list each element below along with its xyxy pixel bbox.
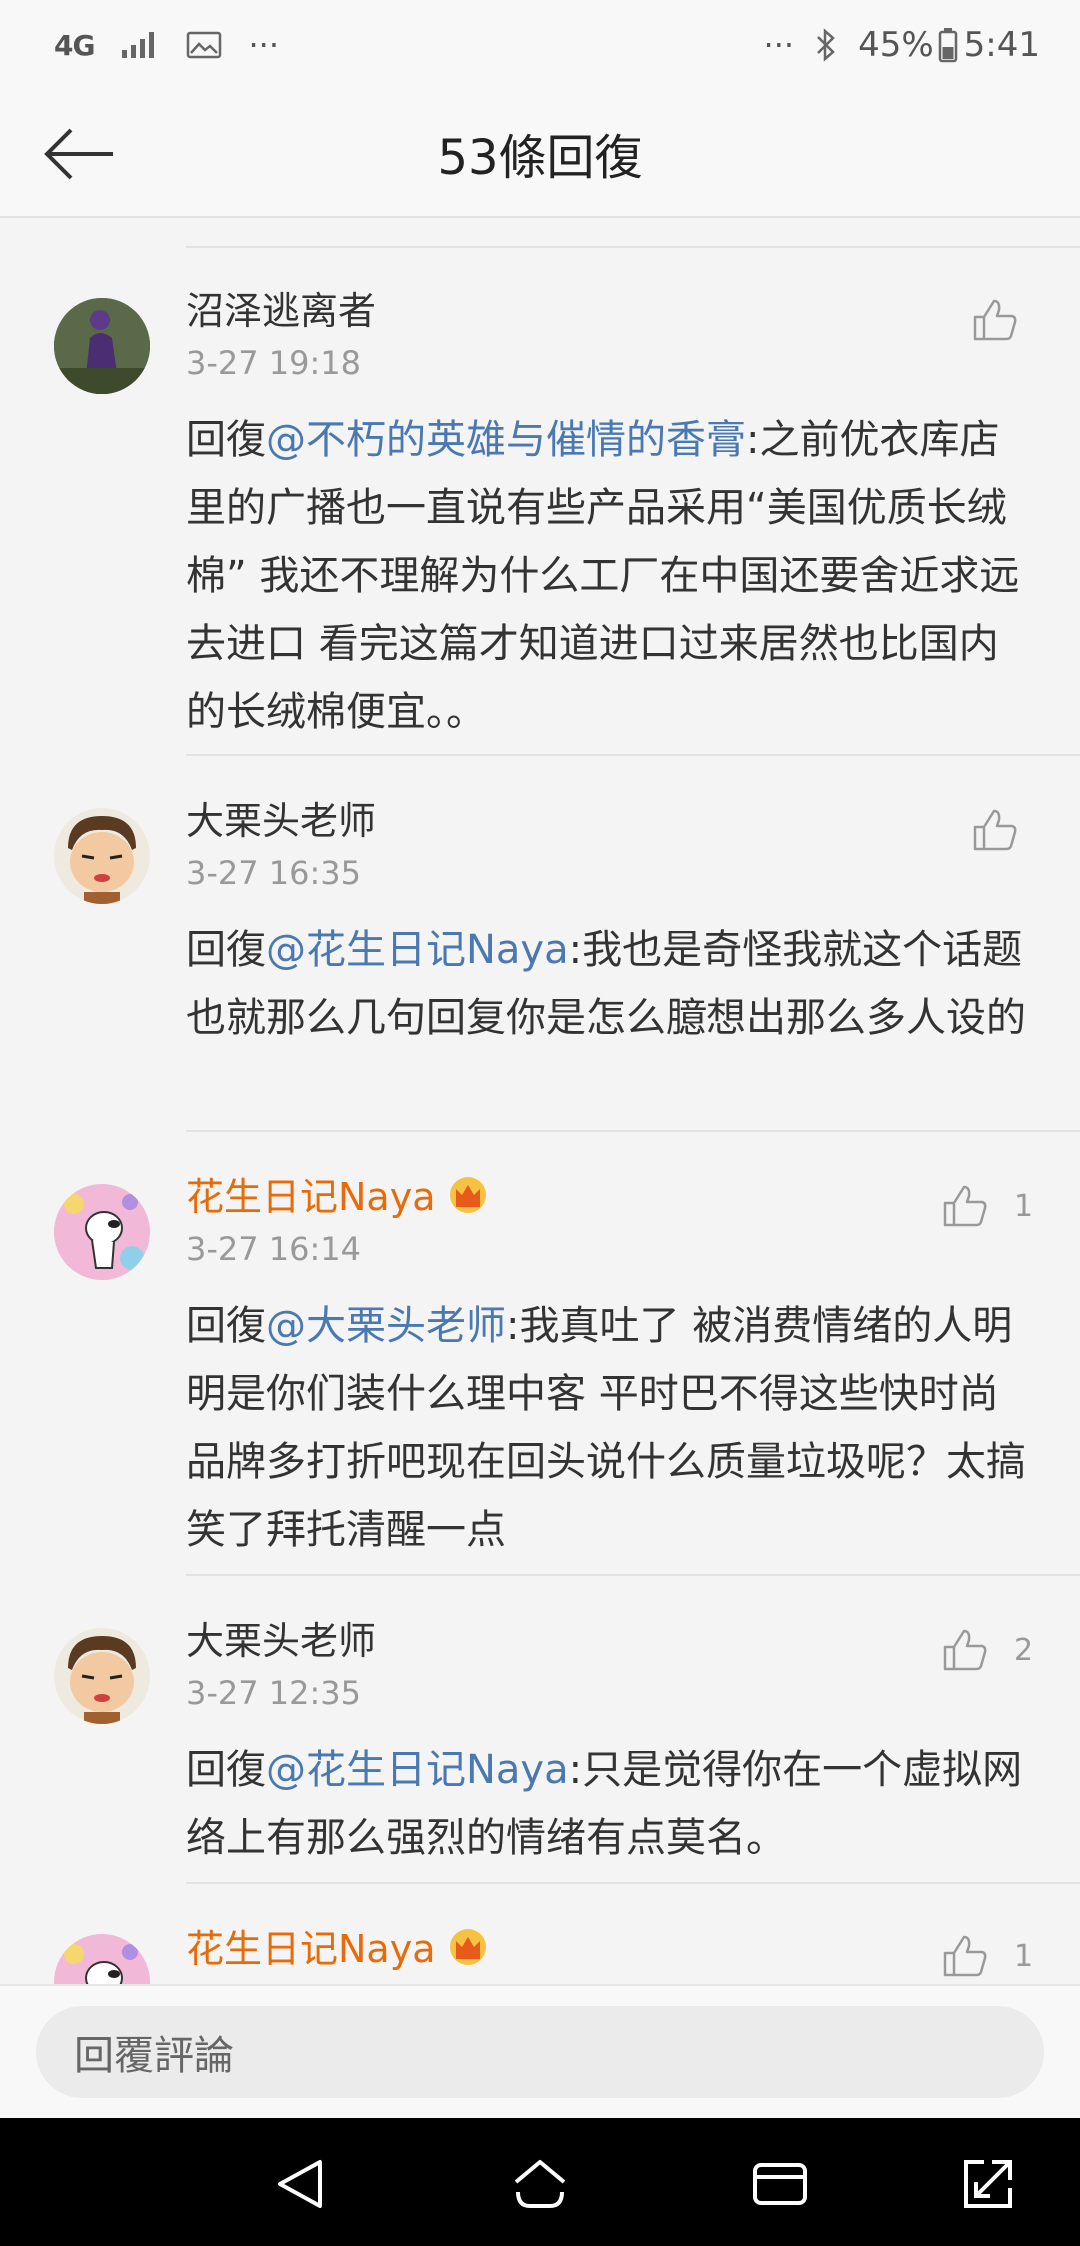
comment-item: 花生日记Naya 3-27 16:14 1 回復@大栗头老师:我真吐了 被消费情… <box>0 1132 1080 1574</box>
arrow-left-icon <box>44 128 113 180</box>
comment-text: 回復@花生日记Naya:只是觉得你在一个虚拟网络上有那么强烈的情绪有点莫名。 <box>186 1736 1036 1872</box>
like-count: 1 <box>1014 1188 1034 1224</box>
mention-link[interactable]: @花生日记Naya <box>266 1747 569 1793</box>
clock: 5:41 <box>963 25 1040 65</box>
network-type: 4G <box>54 28 95 62</box>
avatar[interactable] <box>54 298 150 394</box>
thumbs-up-icon <box>973 299 1017 341</box>
vip-crown-icon <box>446 1927 490 1976</box>
like-button[interactable] <box>972 808 1044 852</box>
comment-username[interactable]: 花生日记Naya <box>186 1166 490 1224</box>
comment-time: 3-27 12:35 <box>186 1674 362 1712</box>
thumbs-up-icon <box>943 1629 987 1671</box>
battery-icon <box>938 27 958 63</box>
comment-time: 3-27 19:18 <box>186 344 362 382</box>
nav-expand-button[interactable] <box>956 2152 1020 2216</box>
thumbs-up-icon <box>943 1185 987 1227</box>
reply-area: 回覆評論 <box>0 1984 1080 2118</box>
back-button[interactable] <box>34 116 124 192</box>
bluetooth-icon <box>814 28 838 62</box>
comment-username[interactable]: 大栗头老师 <box>186 1610 376 1665</box>
reply-prefix: 回復 <box>186 417 266 463</box>
username-text[interactable]: 花生日记Naya <box>186 1175 436 1219</box>
avatar[interactable] <box>54 1184 150 1280</box>
comment-text: 回復@不朽的英雄与催情的香膏:之前优衣库店里的广播也一直说有些产品采用“美国优质… <box>186 406 1036 746</box>
comment-item: 大栗头老师 3-27 12:35 2 回復@花生日记Naya:只是觉得你在一个虚… <box>0 1576 1080 1882</box>
signal-icon <box>120 30 160 60</box>
nav-back-button[interactable] <box>268 2152 332 2216</box>
like-button[interactable]: 1 <box>942 1934 1033 1978</box>
comment-item: 沼泽逃离者 3-27 19:18 回復@不朽的英雄与催情的香膏:之前优衣库店里的… <box>0 246 1080 754</box>
reply-prefix: 回復 <box>186 927 266 973</box>
like-count: 1 <box>1014 1938 1034 1974</box>
nav-home-button[interactable] <box>508 2152 572 2216</box>
reply-prefix: 回復 <box>186 1747 266 1793</box>
like-count: 2 <box>1014 1632 1034 1668</box>
image-icon <box>186 30 222 60</box>
comment-time: 3-27 16:35 <box>186 854 362 892</box>
comment-item: 花生日记Naya 1 <box>0 1884 1080 1984</box>
like-button[interactable]: 2 <box>942 1628 1033 1672</box>
avatar[interactable] <box>54 808 150 904</box>
avatar[interactable] <box>54 1934 150 1984</box>
thumbs-up-icon <box>973 809 1017 851</box>
comment-text: 回復@花生日记Naya:我也是奇怪我就这个话题也就那么几句回复你是怎么臆想出那么… <box>186 916 1036 1052</box>
triangle-back-icon <box>278 2160 322 2208</box>
nav-recents-button[interactable] <box>748 2152 812 2216</box>
like-button[interactable]: 1 <box>942 1184 1033 1228</box>
comment-username[interactable]: 花生日记Naya <box>186 1918 490 1976</box>
reply-input[interactable]: 回覆評論 <box>36 2006 1044 2098</box>
mention-link[interactable]: @大栗头老师 <box>266 1303 506 1349</box>
home-icon <box>514 2160 566 2208</box>
page-title: 53條回復 <box>437 130 643 186</box>
vip-crown-icon <box>446 1175 490 1224</box>
comment-body: :之前优衣库店里的广播也一直说有些产品采用“美国优质长绒棉” 我还不理解为什么工… <box>186 417 1020 735</box>
avatar[interactable] <box>54 1628 150 1724</box>
more-left-indicator: ··· <box>248 26 279 64</box>
comment-item: 大栗头老师 3-27 16:35 回復@花生日记Naya:我也是奇怪我就这个话题… <box>0 756 1080 1130</box>
status-right: ··· 45% 5:41 <box>764 25 1040 65</box>
status-left: 4G ··· <box>54 26 279 64</box>
comment-username[interactable]: 大栗头老师 <box>186 790 376 845</box>
more-right-indicator: ··· <box>763 26 795 64</box>
username-text[interactable]: 花生日记Naya <box>186 1927 436 1971</box>
comment-username[interactable]: 沼泽逃离者 <box>186 280 376 335</box>
battery-percent: 45% <box>858 25 934 65</box>
mention-link[interactable]: @花生日记Naya <box>266 927 569 973</box>
title-bar: 53條回復 <box>0 90 1080 218</box>
status-bar: 4G ··· ··· 45% 5:41 <box>0 0 1080 90</box>
mention-link[interactable]: @不朽的英雄与催情的香膏 <box>266 417 746 463</box>
comment-text: 回復@大栗头老师:我真吐了 被消费情绪的人明明是你们装什么理中客 平时巴不得这些… <box>186 1292 1036 1564</box>
system-nav-bar <box>0 2118 1080 2246</box>
reply-prefix: 回復 <box>186 1303 266 1349</box>
recents-icon <box>753 2163 807 2205</box>
thumbs-up-icon <box>943 1935 987 1977</box>
comment-list[interactable]: 沼泽逃离者 3-27 19:18 回復@不朽的英雄与催情的香膏:之前优衣库店里的… <box>0 220 1080 1984</box>
like-button[interactable] <box>972 298 1044 342</box>
comment-time: 3-27 16:14 <box>186 1230 362 1268</box>
expand-icon <box>964 2160 1012 2208</box>
